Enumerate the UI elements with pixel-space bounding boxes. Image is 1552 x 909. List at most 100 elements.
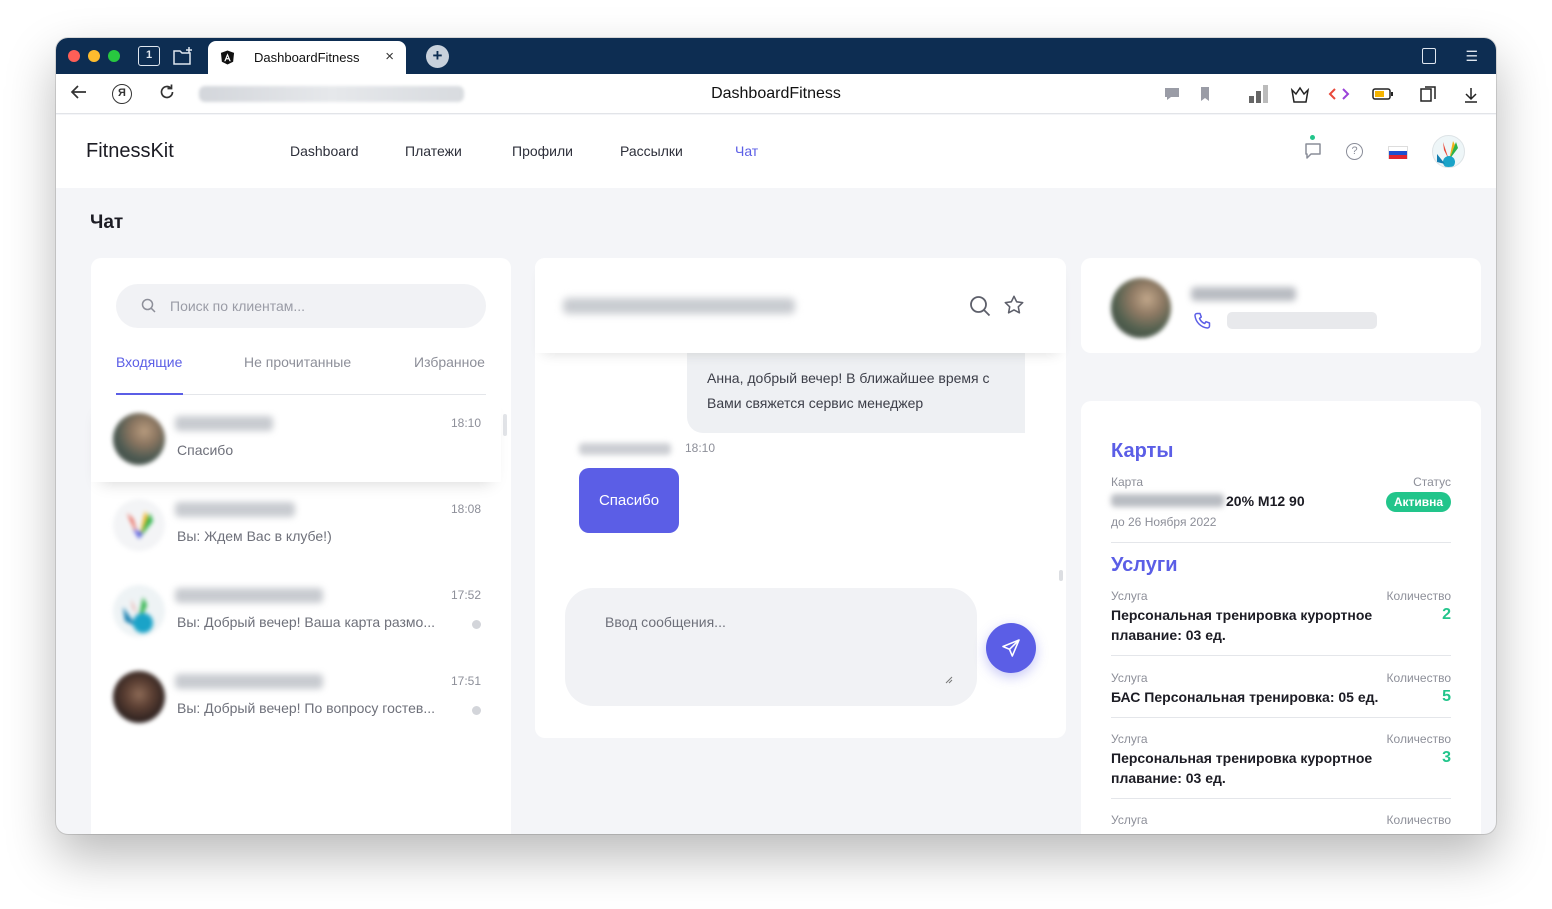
avatar — [113, 499, 165, 551]
message-composer — [565, 588, 977, 706]
client-item[interactable]: 17:51 Вы: Добрый вечер! По вопросу госте… — [91, 654, 501, 740]
tab-inbox[interactable]: Входящие — [116, 354, 182, 370]
page-title: Чат — [90, 212, 124, 233]
divider — [1111, 542, 1451, 543]
profile-name — [1191, 287, 1296, 301]
service-qty: 5 — [1442, 688, 1451, 705]
flag-ru-icon[interactable] — [1388, 146, 1408, 159]
yandex-logo-icon[interactable]: Я — [112, 84, 132, 104]
send-icon — [1002, 639, 1020, 657]
client-last-message: Спасибо — [177, 442, 234, 458]
unread-indicator — [472, 620, 481, 629]
cards-title: Карты — [1111, 440, 1174, 462]
card-valid-until: до 26 Ноября 2022 — [1111, 515, 1217, 529]
battery-icon[interactable] — [1372, 86, 1394, 102]
screenshot-icon[interactable] — [1418, 86, 1438, 104]
client-last-message: Вы: Добрый вечер! Ваша карта размо... — [177, 614, 436, 630]
nav-chat[interactable]: Чат — [735, 143, 758, 159]
client-time: 17:52 — [450, 588, 481, 602]
chat-panel: Анна, добрый вечер! В ближайшее время с … — [535, 258, 1066, 738]
phone-icon[interactable] — [1193, 312, 1211, 330]
divider — [1111, 798, 1451, 799]
client-search[interactable]: Поиск по клиентам... — [116, 284, 486, 328]
user-avatar[interactable] — [1432, 135, 1465, 168]
search-input[interactable]: Поиск по клиентам... — [170, 298, 305, 314]
divider — [1111, 717, 1451, 718]
chat-icon[interactable] — [1304, 142, 1322, 160]
service-label: Услуга — [1111, 589, 1148, 603]
brand-logo[interactable]: FitnessKit — [86, 140, 174, 163]
client-item[interactable]: 17:52 Вы: Добрый вечер! Ваша карта размо… — [91, 568, 501, 654]
client-info-card: Карты Карта Статус 20% М12 90 Активна до… — [1081, 401, 1481, 834]
tab-unread[interactable]: Не прочитанные — [244, 354, 351, 370]
resize-grip-icon[interactable] — [945, 676, 953, 684]
avatar — [113, 671, 165, 723]
clients-panel: Поиск по клиентам... Входящие Не прочита… — [91, 258, 511, 834]
message-input[interactable] — [605, 614, 955, 684]
client-last-message: Вы: Добрый вечер! По вопросу гостев... — [177, 700, 436, 716]
close-tab-icon[interactable]: × — [385, 48, 394, 65]
client-profile-card — [1081, 258, 1481, 353]
nav-profiles[interactable]: Профили — [512, 143, 573, 159]
search-icon — [141, 298, 156, 313]
status-badge: Активна — [1386, 492, 1451, 512]
send-button[interactable] — [986, 623, 1036, 673]
client-name — [175, 416, 273, 431]
signal-icon[interactable] — [1248, 84, 1270, 104]
close-window-button[interactable] — [68, 50, 80, 62]
card-name: 20% М12 90 — [1226, 493, 1305, 509]
service-label: Услуга — [1111, 671, 1148, 685]
new-tab-button[interactable]: + — [426, 45, 449, 68]
menu-icon[interactable]: ☰ — [1465, 48, 1478, 65]
service-name: БАС Персональная тренировка: 05 ед. — [1111, 689, 1379, 705]
download-icon[interactable] — [1462, 86, 1480, 104]
client-name — [175, 502, 295, 517]
qty-label: Количество — [1386, 671, 1451, 685]
card-label: Карта — [1111, 475, 1144, 489]
nav-dashboard[interactable]: Dashboard — [290, 143, 359, 159]
chat-header — [535, 258, 1066, 353]
client-last-message: Вы: Ждем Вас в клубе!) — [177, 528, 332, 544]
bookmark-icon[interactable] — [1196, 86, 1214, 102]
service-name: Персональная тренировка курортное плаван… — [1111, 607, 1373, 643]
scrollbar[interactable] — [503, 414, 507, 436]
active-tab-indicator — [116, 393, 183, 395]
nav-payments[interactable]: Платежи — [405, 143, 462, 159]
qty-label: Количество — [1386, 732, 1451, 746]
avatar[interactable] — [1111, 278, 1171, 338]
tab-manager-icon[interactable]: 1 — [138, 46, 160, 66]
tab-title: DashboardFitness — [254, 50, 360, 65]
services-title: Услуги — [1111, 554, 1178, 576]
client-time: 18:08 — [450, 502, 481, 516]
chat-scrollbar[interactable] — [1059, 570, 1063, 581]
client-name — [175, 674, 323, 689]
incoming-message: Анна, добрый вечер! В ближайшее время с … — [687, 353, 1025, 433]
help-icon[interactable]: ? — [1346, 143, 1363, 160]
back-icon[interactable] — [68, 83, 90, 105]
extension-crown-icon[interactable] — [1290, 86, 1310, 104]
url-field[interactable] — [199, 86, 464, 102]
star-icon[interactable] — [1003, 294, 1025, 316]
tab-strip: 1 DashboardFitness × + ☰ — [56, 38, 1496, 74]
devtools-icon[interactable] — [1328, 86, 1350, 102]
new-tab-group-icon[interactable] — [172, 46, 194, 66]
nav-mailings[interactable]: Рассылки — [620, 143, 683, 159]
tab-favorites[interactable]: Избранное — [414, 354, 485, 370]
zoom-window-button[interactable] — [108, 50, 120, 62]
client-item[interactable]: 18:10 Спасибо — [91, 396, 501, 482]
reload-icon[interactable] — [156, 83, 178, 105]
client-time: 18:10 — [450, 416, 481, 430]
notification-dot — [1310, 135, 1315, 140]
minimize-window-button[interactable] — [88, 50, 100, 62]
address-bar: Я DashboardFitness — [56, 74, 1496, 114]
client-item[interactable]: 18:08 Вы: Ждем Вас в клубе!) — [91, 482, 501, 568]
chat-contact-name — [563, 298, 795, 314]
client-time: 17:51 — [450, 674, 481, 688]
avatar — [113, 413, 165, 465]
tabs-overview-icon[interactable] — [1422, 48, 1436, 64]
service-qty: 2 — [1442, 606, 1451, 623]
outgoing-message: Спасибо — [579, 468, 679, 533]
search-icon[interactable] — [969, 295, 991, 317]
tab-dashboardfitness[interactable]: DashboardFitness × — [208, 41, 406, 74]
chat-bubble-icon[interactable] — [1163, 86, 1181, 102]
